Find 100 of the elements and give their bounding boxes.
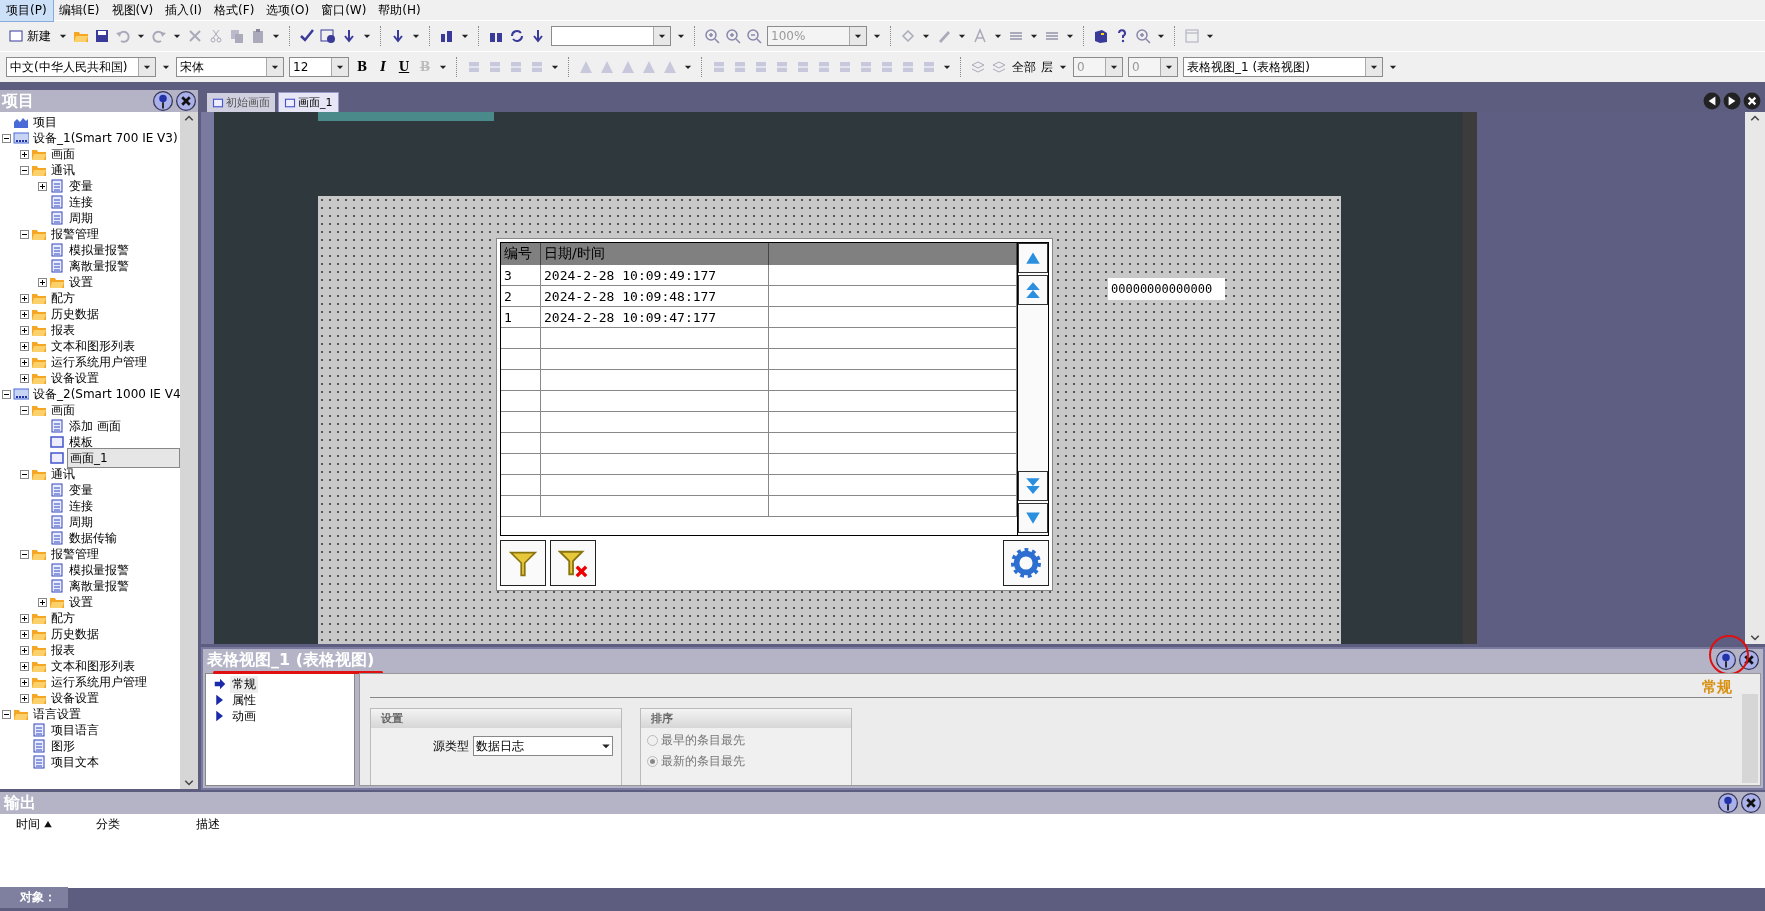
scrollbar[interactable] (1745, 112, 1765, 644)
tree-item[interactable]: 历史数据 (49, 625, 101, 643)
tree-item[interactable]: 模拟量报警 (67, 561, 131, 579)
expander-toggle[interactable] (20, 549, 29, 559)
expander-toggle[interactable] (20, 613, 29, 623)
menu-item[interactable]: 帮助(H) (372, 0, 427, 21)
tree-item[interactable]: 通讯 (49, 161, 77, 179)
expander-toggle[interactable] (2, 389, 11, 399)
tree-item[interactable]: 运行系统用户管理 (49, 353, 149, 371)
tree-item[interactable]: 文本和图形列表 (49, 657, 137, 675)
double-up-icon[interactable] (1024, 281, 1042, 299)
layer-button[interactable]: 层 (1041, 58, 1053, 76)
tree-item[interactable]: 配方 (49, 609, 77, 627)
tree-item[interactable]: 模板 (67, 433, 95, 451)
tree-item[interactable]: 数据传输 (67, 529, 119, 547)
expander-toggle[interactable] (20, 373, 29, 383)
expander-toggle[interactable] (38, 597, 47, 607)
close-circle-icon[interactable] (1743, 92, 1761, 110)
tree-item[interactable]: 报警管理 (49, 225, 101, 243)
book-icon[interactable] (1093, 28, 1109, 44)
expander-toggle[interactable] (2, 709, 11, 719)
tree-item[interactable]: 画面 (49, 145, 77, 163)
menu-item[interactable]: 窗口(W) (315, 0, 373, 21)
tree-item[interactable]: 周期 (67, 513, 95, 531)
expander-toggle[interactable] (20, 661, 29, 671)
tree-item[interactable]: 模拟量报警 (67, 241, 131, 259)
pin-icon[interactable] (153, 91, 173, 111)
expander-toggle[interactable] (20, 693, 29, 703)
expander-toggle[interactable] (20, 293, 29, 303)
expander-toggle[interactable] (20, 149, 29, 159)
object-combo[interactable]: 表格视图_1 (表格视图) (1183, 57, 1383, 77)
filter-button[interactable] (500, 540, 546, 586)
expander-toggle[interactable] (20, 357, 29, 367)
menu-item[interactable]: 视图(V) (105, 0, 160, 21)
editor-tab[interactable]: 画面_1 (278, 92, 339, 112)
double-down-icon[interactable] (1024, 477, 1042, 495)
column-header[interactable]: 描述 (180, 815, 220, 833)
menu-item[interactable]: 选项(O) (260, 0, 316, 21)
menu-item[interactable]: 编辑(E) (52, 0, 106, 21)
style-button[interactable]: I (375, 60, 391, 74)
tree-item[interactable]: 离散量报警 (67, 257, 131, 275)
table-view[interactable]: 编号 日期/时间 3 2024-2-28 10:09:49:177 2 2024-2-28 10:09:48:177 1 2024-2-28 10:09:47:177 (496, 238, 1053, 591)
tree-item[interactable]: 语言设置 (31, 705, 83, 723)
io-field[interactable]: 00000000000000 (1108, 278, 1225, 300)
clipboard-icon[interactable] (250, 28, 266, 44)
pin-icon[interactable] (1718, 793, 1738, 813)
zoom-in-icon[interactable] (704, 28, 720, 44)
tree-item[interactable]: 历史数据 (49, 305, 101, 323)
pin-icon[interactable] (1716, 650, 1736, 670)
tree-item[interactable]: 项目文本 (49, 753, 101, 771)
expander-toggle[interactable] (20, 341, 29, 351)
tree-item[interactable]: 文本和图形列表 (49, 337, 137, 355)
tree-item[interactable]: 连接 (67, 193, 95, 211)
arrow-down-icon[interactable] (530, 28, 546, 44)
check-icon[interactable] (299, 28, 315, 44)
tree-item[interactable]: 周期 (67, 209, 95, 227)
style-button[interactable]: U (396, 60, 412, 74)
tree-item[interactable]: 变量 (67, 481, 95, 499)
tree-item[interactable]: 连接 (67, 497, 95, 515)
zoom-in-icon[interactable] (1135, 28, 1151, 44)
tree-item[interactable]: 报表 (49, 641, 77, 659)
close-icon[interactable] (176, 91, 196, 111)
close-icon[interactable] (1741, 793, 1761, 813)
search-combo[interactable] (551, 26, 671, 46)
expander-toggle[interactable] (2, 133, 11, 143)
tree-item[interactable]: 通讯 (49, 465, 77, 483)
arrow-down-icon[interactable] (341, 28, 357, 44)
tree-item[interactable]: 画面 (49, 401, 77, 419)
window-play-icon[interactable] (320, 28, 336, 44)
tree-item[interactable]: 运行系统用户管理 (49, 673, 149, 691)
expander-toggle[interactable] (38, 277, 47, 287)
tree-item[interactable]: 项目语言 (49, 721, 101, 739)
bars-icon[interactable] (439, 28, 455, 44)
clear-filter-button[interactable] (550, 540, 596, 586)
nav-item[interactable]: 常规 (230, 675, 258, 693)
tree-item[interactable]: 项目 (31, 113, 59, 131)
tree-item[interactable]: 添加 画面 (67, 417, 123, 435)
expander-toggle[interactable] (20, 229, 29, 239)
zoom-in-icon[interactable] (725, 28, 741, 44)
nav-item[interactable]: 属性 (230, 691, 258, 709)
language-combo[interactable]: 中文(中华人民共和国) (6, 57, 156, 77)
style-button[interactable]: B (354, 60, 370, 74)
menu-item[interactable]: 插入(I) (159, 0, 209, 21)
expander-toggle[interactable] (20, 469, 29, 479)
tree-item[interactable]: 变量 (67, 177, 95, 195)
all-layers-button[interactable]: 全部 (1012, 58, 1036, 76)
settings-button[interactable] (1003, 540, 1049, 586)
menu-item[interactable]: 项目(P) (0, 0, 53, 21)
tree-item[interactable]: 离散量报警 (67, 577, 131, 595)
column-header[interactable]: 时间 (0, 815, 80, 833)
expander-toggle[interactable] (20, 405, 29, 415)
tree-item[interactable]: 报警管理 (49, 545, 101, 563)
tree-item[interactable]: 图形 (49, 737, 77, 755)
zoom-out-icon[interactable] (746, 28, 762, 44)
font-combo[interactable]: 宋体 (176, 57, 284, 77)
source-type-dropdown[interactable]: 数据日志 (473, 736, 613, 756)
font-size-combo[interactable]: 12 (289, 57, 349, 77)
tree-item[interactable]: 设备_1(Smart 700 IE V3) (31, 129, 180, 147)
column-header[interactable]: 分类 (80, 815, 180, 833)
tree-item[interactable]: 设置 (67, 593, 95, 611)
